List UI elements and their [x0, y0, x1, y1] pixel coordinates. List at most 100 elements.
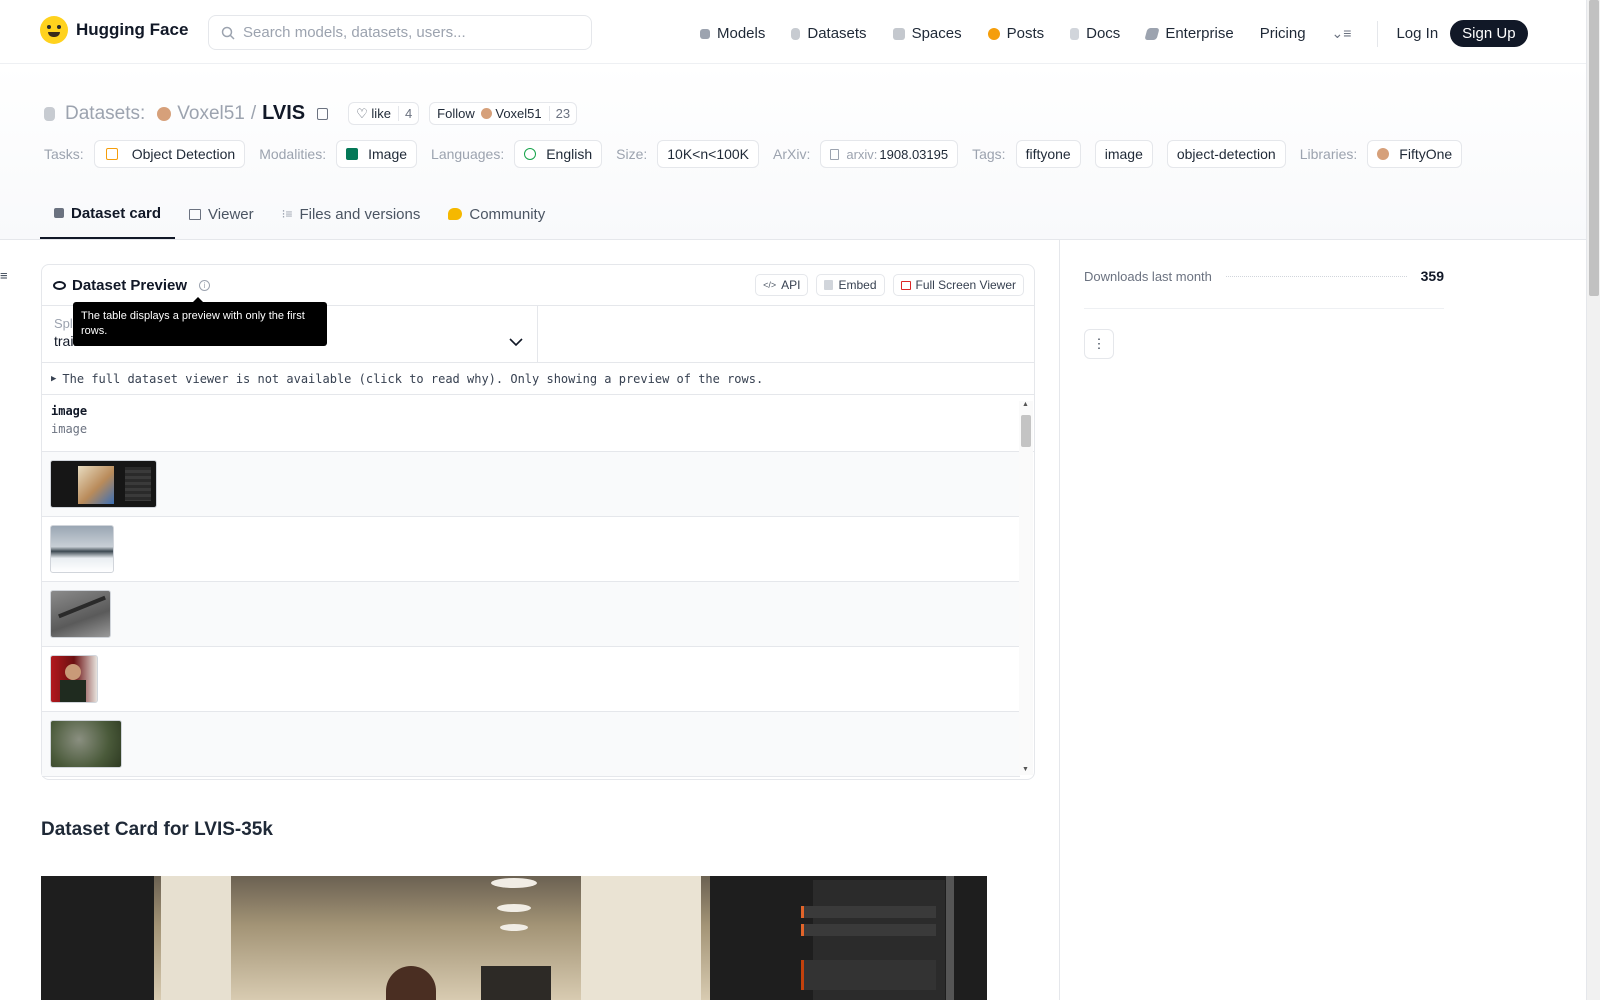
task-tag[interactable]: Object Detection — [93, 140, 246, 168]
info-icon[interactable]: i — [199, 279, 211, 291]
right-column-divider — [1059, 240, 1060, 1000]
table-icon — [900, 280, 911, 290]
embed-icon — [824, 280, 834, 290]
breadcrumb: Datasets: Voxel51 / LVIS ♡ like 4 Follow… — [44, 102, 578, 125]
embed-button[interactable]: Embed — [816, 274, 885, 296]
dataset-header: Datasets: Voxel51 / LVIS ♡ like 4 Follow… — [0, 64, 1586, 240]
table-row[interactable] — [42, 582, 1020, 647]
preview-scrollbar[interactable]: ▲ ▼ — [1019, 401, 1033, 775]
image-thumbnail[interactable] — [50, 525, 114, 573]
like-button[interactable]: ♡ like 4 — [348, 102, 420, 125]
brand-name: Hugging Face — [76, 20, 189, 39]
hugging-face-icon — [40, 16, 68, 44]
tab-files[interactable]: ⁝≡ Files and versions — [268, 189, 435, 239]
table-row[interactable] — [42, 452, 1020, 517]
api-button[interactable]: </> API — [755, 274, 809, 296]
table-row[interactable] — [42, 712, 1020, 777]
community-icon — [448, 208, 463, 220]
nav-links: Models Datasets Spaces Posts Docs Enterp… — [700, 20, 1528, 47]
downloads-label: Downloads last month — [1084, 268, 1212, 284]
owner-link[interactable]: Voxel51 — [177, 103, 245, 125]
nav-divider — [1377, 20, 1379, 47]
follow-count: 23 — [548, 106, 576, 121]
kebab-icon: ⋮ — [1092, 336, 1106, 351]
chevron-down-icon — [509, 338, 523, 347]
size-tag[interactable]: 10K<n<100K — [657, 140, 760, 168]
paper-icon — [830, 148, 840, 160]
dataset-tags: Tasks: Object Detection Modalities: Imag… — [44, 140, 1468, 168]
disclosure-triangle-icon: ▶ — [51, 373, 57, 384]
nav-datasets[interactable]: Datasets — [791, 22, 867, 46]
nav-models[interactable]: Models — [700, 22, 765, 46]
scroll-down-arrow-icon[interactable]: ▼ — [1022, 766, 1029, 773]
downloads-value: 359 — [1420, 268, 1444, 284]
login-link[interactable]: Log In — [1396, 22, 1438, 46]
preview-scroll-thumb[interactable] — [1021, 415, 1031, 447]
language-tag[interactable]: English — [514, 140, 603, 168]
image-icon — [346, 148, 359, 160]
top-nav: Hugging Face Models Datasets Spaces Post… — [0, 0, 1586, 64]
tab-dataset-card[interactable]: Dataset card — [40, 189, 176, 239]
page-scrollbar[interactable] — [1586, 0, 1600, 1000]
image-thumbnail[interactable] — [50, 720, 122, 768]
document-icon — [1070, 27, 1080, 40]
dataset-preview: Dataset Preview i </> API Embed Full Scre… — [41, 264, 1035, 780]
page-scroll-thumb[interactable] — [1589, 0, 1599, 296]
fiftyone-icon — [1377, 148, 1390, 160]
column-header: image image — [42, 395, 1034, 452]
preview-header: Dataset Preview i </> API Embed Full Scre… — [42, 265, 1034, 346]
chat-bubble-icon — [987, 27, 1000, 40]
signup-button[interactable]: Sign Up — [1450, 20, 1528, 47]
nav-spaces[interactable]: Spaces — [892, 22, 962, 46]
dataset-tabs: Dataset card Viewer ⁝≡ Files and versions… — [40, 189, 559, 239]
menu-icon: ⌄≡ — [1331, 25, 1352, 41]
preview-actions: </> API Embed Full Screen Viewer — [755, 274, 1024, 296]
tab-viewer[interactable]: Viewer — [175, 189, 268, 239]
eye-icon — [53, 280, 66, 290]
tag-fiftyone[interactable]: fiftyone — [1015, 140, 1081, 168]
table-icon — [189, 208, 202, 220]
viewer-notice[interactable]: ▶ The full dataset viewer is not availab… — [42, 363, 1034, 395]
breadcrumb-separator: / — [250, 102, 257, 124]
search-input[interactable] — [243, 24, 563, 41]
nav-docs[interactable]: Docs — [1070, 22, 1120, 46]
search-box[interactable] — [208, 15, 592, 50]
card-screenshot — [41, 876, 987, 1000]
brand-logo[interactable]: Hugging Face — [40, 16, 188, 44]
cube-icon — [700, 28, 710, 39]
tag-object-detection[interactable]: object-detection — [1166, 140, 1286, 168]
follow-button[interactable]: Follow Voxel51 23 — [429, 102, 578, 125]
scroll-up-arrow-icon[interactable]: ▲ — [1022, 401, 1029, 408]
nav-posts[interactable]: Posts — [987, 22, 1044, 46]
more-menu-button[interactable]: ⌄≡ — [1332, 22, 1352, 46]
table-row[interactable] — [42, 517, 1020, 582]
copy-icon[interactable] — [317, 107, 329, 120]
dataset-icon — [44, 106, 55, 121]
arxiv-tag[interactable]: arxiv: 1908.03195 — [820, 140, 959, 168]
toc-toggle-icon[interactable]: ≡ — [0, 268, 10, 283]
search-icon — [221, 26, 235, 40]
enterprise-icon — [1144, 27, 1160, 40]
like-count: 4 — [397, 106, 418, 121]
table-row[interactable] — [42, 647, 1020, 712]
grid-icon — [892, 27, 905, 40]
org-avatar — [157, 106, 172, 121]
image-thumbnail[interactable] — [50, 460, 157, 508]
image-thumbnail[interactable] — [50, 590, 111, 638]
object-detection-icon — [105, 148, 118, 160]
datasets-label: Datasets: — [65, 102, 146, 124]
fullscreen-viewer-button[interactable]: Full Screen Viewer — [892, 274, 1024, 296]
sidebar-separator — [1084, 308, 1444, 309]
nav-enterprise[interactable]: Enterprise — [1144, 22, 1234, 46]
dataset-name[interactable]: LVIS — [262, 102, 305, 125]
tab-community[interactable]: Community — [434, 189, 559, 239]
modality-tag[interactable]: Image — [336, 140, 418, 168]
cube-icon — [54, 208, 64, 218]
more-options-button[interactable]: ⋮ — [1084, 329, 1114, 359]
library-tag[interactable]: FiftyOne — [1367, 140, 1463, 168]
image-thumbnail[interactable] — [50, 655, 98, 703]
preview-rows — [42, 452, 1034, 777]
nav-pricing[interactable]: Pricing — [1260, 22, 1306, 46]
tag-image[interactable]: image — [1094, 140, 1153, 168]
downloads-stat: Downloads last month 359 — [1084, 268, 1444, 284]
